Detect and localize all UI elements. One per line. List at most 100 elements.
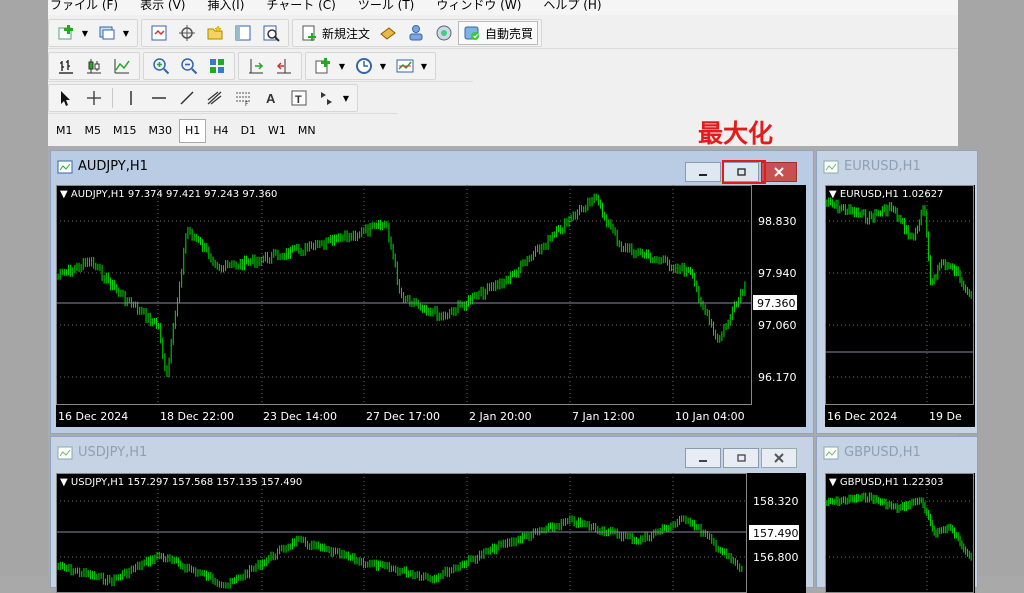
fibonacci-icon: F (236, 92, 250, 107)
toolbar-separator (112, 88, 113, 108)
vertical-line-button[interactable] (119, 87, 143, 109)
minimize-button[interactable] (685, 162, 721, 182)
svg-text:F: F (245, 101, 249, 107)
clock-icon (356, 58, 372, 74)
menu-help[interactable]: ヘルプ (H) (541, 0, 603, 15)
line-chart-button[interactable] (110, 55, 134, 77)
toolbar-group-drawing: F A T ▼ (48, 84, 358, 112)
indicators-dropdown[interactable]: ▼ (337, 55, 347, 77)
toolbar-line-studies: F A T ▼ (48, 83, 398, 114)
candlestick-icon (87, 59, 101, 74)
timeframe-m1[interactable]: M1 (51, 120, 78, 142)
menu-insert[interactable]: 挿入(I) (205, 0, 246, 15)
signals-button[interactable] (404, 22, 428, 44)
bar-chart-icon (59, 60, 73, 74)
text-label-button[interactable]: T (287, 87, 311, 109)
toolbar-group-new: ▼ ▼ (48, 19, 138, 47)
arrows-dropdown[interactable]: ▼ (341, 87, 351, 109)
chart-ohlc-header: ▼ AUDJPY,H1 97.374 97.421 97.243 97.360 (60, 189, 278, 200)
chart-area[interactable]: 158.320 157.490 156.800 ▼ USDJPY,H1 157.29… (56, 473, 806, 593)
timeframe-mn[interactable]: MN (293, 120, 321, 142)
cursor-button[interactable] (54, 87, 78, 109)
auto-scroll-button[interactable] (244, 55, 268, 77)
timeframe-d1[interactable]: D1 (236, 120, 261, 142)
horizontal-line-button[interactable] (147, 87, 171, 109)
strategy-tester-button[interactable] (259, 22, 283, 44)
zoom-out-button[interactable] (177, 55, 201, 77)
timeframe-h1[interactable]: H1 (179, 119, 207, 143)
new-chart-button[interactable] (54, 22, 78, 44)
crosshair-icon (179, 25, 195, 41)
ohlc-text: EURUSD,H1 1.02627 (839, 189, 944, 200)
terminal-button[interactable] (231, 22, 255, 44)
price-axis-label: 156.800 (753, 551, 799, 564)
window-title: EURUSD,H1 (823, 159, 921, 174)
candlestick-button[interactable] (82, 55, 106, 77)
chart-area[interactable]: 98.830 97.940 97.060 96.170 97.360 16 Dec 202… (56, 185, 806, 427)
new-chart-dropdown[interactable]: ▼ (80, 22, 90, 44)
close-button[interactable] (761, 448, 797, 468)
ohlc-text: AUDJPY,H1 97.374 97.421 97.243 97.360 (70, 189, 278, 200)
arrows-icon (321, 92, 332, 105)
chart-window-gbpusd[interactable]: GBPUSD,H1 ▼ GBPUSD,H1 1.22303 (816, 436, 978, 593)
timeframe-w1[interactable]: W1 (263, 120, 291, 142)
maximize-button[interactable] (723, 448, 759, 468)
zoom-in-button[interactable] (149, 55, 173, 77)
cursor-arrow-icon (61, 91, 70, 106)
text-button[interactable]: A (259, 87, 283, 109)
profiles-button[interactable] (95, 22, 119, 44)
navigator-button[interactable] (203, 22, 227, 44)
chart-shift-button[interactable] (272, 55, 296, 77)
maximize-button[interactable] (723, 162, 759, 182)
toolbar-group-windows (141, 19, 289, 47)
arrows-button[interactable] (315, 87, 339, 109)
metaeditor-button[interactable] (376, 22, 400, 44)
chart-area[interactable]: ▼ GBPUSD,H1 1.22303 (825, 473, 975, 593)
indicators-icon (315, 58, 330, 74)
restore-maximize-icon (737, 168, 746, 176)
equidistant-channel-button[interactable] (203, 87, 227, 109)
chart-window-usdjpy[interactable]: USDJPY,H1 158.320 157.490 156.800 ▼ USDJPY… (50, 436, 814, 593)
new-order-label: 新規注文 (322, 26, 371, 41)
data-window-button[interactable] (175, 22, 199, 44)
minimize-button[interactable] (685, 448, 721, 468)
chart-window-icon (57, 446, 73, 459)
periods-dropdown[interactable]: ▼ (378, 55, 388, 77)
timeframe-m15[interactable]: M15 (108, 120, 142, 142)
menu-tools[interactable]: ツール (T) (356, 0, 417, 15)
chart-window-eurusd[interactable]: EURUSD,H1 16 Dec 2024 19 De ▼ EURUSD,H1 1… (816, 150, 978, 434)
trendline-button[interactable] (175, 87, 199, 109)
indicators-button[interactable] (311, 55, 335, 77)
fibonacci-button[interactable]: F (231, 87, 255, 109)
price-chart (825, 473, 975, 593)
window-title-text: EURUSD,H1 (844, 159, 921, 174)
periods-button[interactable] (352, 55, 376, 77)
market-watch-button[interactable] (147, 22, 171, 44)
timeframe-m30[interactable]: M30 (144, 120, 178, 142)
zoom-out-icon (181, 58, 198, 75)
chart-ohlc-header: ▼ EURUSD,H1 1.02627 (829, 189, 944, 200)
auto-trading-button[interactable]: 自動売買 (458, 21, 539, 45)
menu-view[interactable]: 表示 (V) (138, 0, 187, 15)
menu-charts[interactable]: チャート (C) (264, 0, 337, 15)
tile-windows-button[interactable] (205, 55, 229, 77)
profiles-dropdown[interactable]: ▼ (121, 22, 131, 44)
profiles-icon (99, 26, 115, 40)
current-price-label: 97.360 (757, 297, 796, 310)
auto-scroll-icon (249, 59, 264, 74)
bar-chart-button[interactable] (54, 55, 78, 77)
menu-file[interactable]: ファイル (F) (48, 0, 120, 15)
crosshair-button[interactable] (82, 87, 106, 109)
chart-window-audjpy[interactable]: AUDJPY,H1 98.830 97.940 97.060 96.170 97.360… (50, 150, 814, 434)
chart-area[interactable]: 16 Dec 2024 19 De ▼ EURUSD,H1 1.02627 (825, 185, 975, 427)
close-button[interactable] (761, 162, 797, 182)
templates-button[interactable] (393, 55, 417, 77)
menu-window[interactable]: ウィンドウ (W) (434, 0, 523, 15)
timeframe-h4[interactable]: H4 (208, 120, 233, 142)
chart-shift-icon (276, 59, 291, 74)
templates-dropdown[interactable]: ▼ (419, 55, 429, 77)
timeframe-m5[interactable]: M5 (80, 120, 107, 142)
auto-trading-icon (464, 26, 480, 40)
market-button[interactable] (432, 22, 456, 44)
new-order-button[interactable]: 新規注文 (296, 22, 374, 44)
